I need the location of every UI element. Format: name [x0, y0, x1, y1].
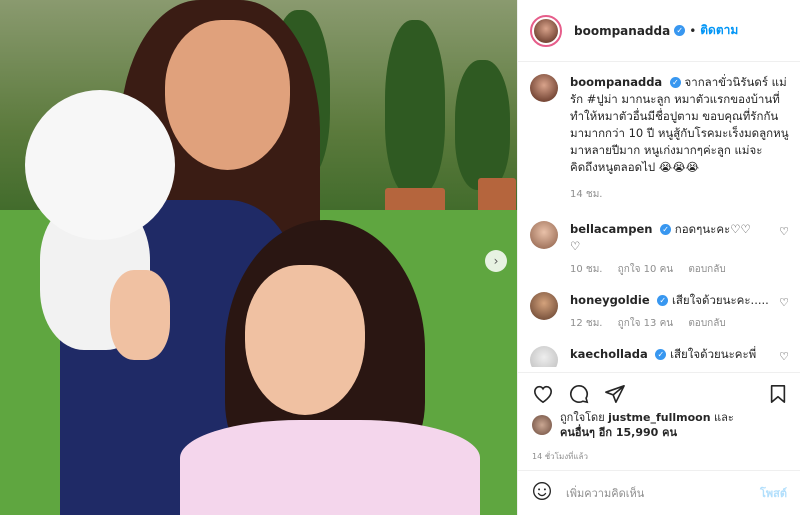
- avatar[interactable]: [530, 292, 558, 320]
- verified-badge-icon: ✓: [655, 349, 667, 360]
- caption-username[interactable]: boompanadda: [570, 75, 662, 89]
- post-header: boompanadda ✓ • ติดตาม: [518, 0, 800, 62]
- girl-hand: [110, 270, 170, 360]
- post-sidebar: boompanadda ✓ • ติดตาม boompanadda ✓ จาก…: [517, 0, 800, 515]
- add-comment-bar: เพิ่มความคิดเห็น โพสต์: [518, 470, 800, 515]
- verified-badge-icon: ✓: [660, 224, 672, 235]
- comment-time[interactable]: 10 ชม.: [570, 264, 602, 275]
- dog-head: [25, 90, 175, 240]
- likes-text: ถูกใจโดย justme_fullmoon และ คนอื่นๆ อีก…: [560, 410, 734, 440]
- follow-button[interactable]: ติดตาม: [700, 21, 738, 40]
- avatar[interactable]: [530, 74, 558, 102]
- comment-time[interactable]: 12 ชม.: [570, 318, 602, 329]
- girl-face: [245, 265, 365, 415]
- post-photo[interactable]: ›: [0, 0, 517, 515]
- comment-likes[interactable]: ถูกใจ 13 คน: [618, 318, 673, 329]
- topiary-tree: [455, 60, 510, 190]
- likes-and: และ: [714, 411, 734, 424]
- comment-username[interactable]: kaechollada: [570, 347, 648, 361]
- comment-likes[interactable]: ถูกใจ 10 คน: [618, 264, 673, 275]
- comments-list[interactable]: boompanadda ✓ จากลาขั่วนิรันดร์ แม่รัก #…: [518, 62, 800, 367]
- liker-avatar[interactable]: [532, 415, 552, 435]
- likes-count[interactable]: คนอื่นๆ อีก 15,990 คน: [560, 426, 677, 439]
- comment-item: bellacampen ✓ กอดๆนะคะ♡♡ ♡ 10 ชม. ถูกใจ …: [530, 221, 789, 278]
- caption-text: จากลาขั่วนิรันดร์ แม่รัก #ปูม่า มากนะลูก…: [570, 75, 789, 174]
- comment-text: เสียใจด้วยนะคะพี่: [670, 347, 757, 361]
- comment-like-heart-icon[interactable]: ♡: [779, 225, 789, 238]
- reply-button[interactable]: ตอบกลับ: [688, 264, 725, 275]
- comment-icon[interactable]: [568, 384, 590, 404]
- post-actions: [518, 372, 800, 414]
- liker-username[interactable]: justme_fullmoon: [608, 411, 710, 424]
- comment-username[interactable]: bellacampen: [570, 222, 652, 236]
- caption-time[interactable]: 14 ชม.: [570, 186, 789, 203]
- comment-username[interactable]: honeygoldie: [570, 293, 650, 307]
- reply-button[interactable]: ตอบกลับ: [688, 318, 725, 329]
- post-username[interactable]: boompanadda: [574, 24, 670, 38]
- share-icon[interactable]: [604, 384, 626, 404]
- separator-dot: •: [689, 23, 697, 38]
- comment-text: เสียใจด้วยนะคะ.....: [671, 293, 769, 307]
- avatar[interactable]: [530, 221, 558, 249]
- comment-item: kaechollada ✓ เสียใจด้วยนะคะพี่ ♡: [530, 346, 789, 367]
- comment-like-heart-icon[interactable]: ♡: [779, 350, 789, 363]
- heart-icon[interactable]: [532, 384, 554, 404]
- avatar[interactable]: [530, 14, 562, 47]
- next-photo-button[interactable]: ›: [485, 250, 507, 272]
- verified-badge-icon: ✓: [669, 77, 681, 88]
- woman-face: [165, 20, 290, 170]
- post-time[interactable]: 14 ชั่วโมงที่แล้ว: [532, 450, 588, 463]
- likes-summary: ถูกใจโดย justme_fullmoon และ คนอื่นๆ อีก…: [532, 410, 790, 440]
- girl-shirt: [180, 420, 480, 515]
- verified-badge-icon: ✓: [657, 295, 669, 306]
- caption: boompanadda ✓ จากลาขั่วนิรันดร์ แม่รัก #…: [530, 74, 789, 221]
- comment-item: honeygoldie ✓ เสียใจด้วยนะคะ..... 12 ชม.…: [530, 292, 789, 332]
- avatar[interactable]: [530, 346, 558, 367]
- post-comment-button[interactable]: โพสต์: [760, 484, 787, 502]
- chevron-right-icon: ›: [493, 254, 499, 268]
- likes-prefix: ถูกใจโดย: [560, 411, 605, 424]
- bookmark-icon[interactable]: [769, 384, 787, 404]
- topiary-tree: [385, 20, 445, 195]
- comment-like-heart-icon[interactable]: ♡: [779, 296, 789, 309]
- emoji-icon[interactable]: [532, 481, 552, 505]
- comment-input[interactable]: เพิ่มความคิดเห็น: [566, 484, 760, 502]
- verified-badge-icon: ✓: [674, 25, 686, 36]
